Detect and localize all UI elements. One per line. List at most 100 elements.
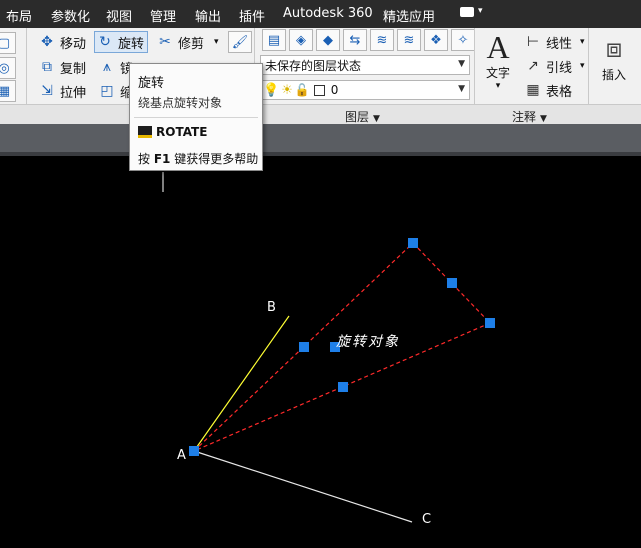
mirror-icon: ⩚ xyxy=(103,59,111,75)
scale-button[interactable]: ◰ 缩 xyxy=(98,80,133,102)
chevron-down-icon: ▼ xyxy=(458,59,465,69)
rotate-label: 旋转 xyxy=(118,36,145,52)
menu-bar: 布局 参数化 视图 管理 输出 插件 Autodesk 360 精选应用 ▾ xyxy=(0,0,641,28)
linear-label: 线性 xyxy=(546,36,573,52)
grip-top[interactable] xyxy=(408,238,418,248)
layer-name: 0 xyxy=(330,83,339,97)
ribbon-display-toggle[interactable]: ▾ xyxy=(458,6,486,20)
leader-icon: ↗ xyxy=(527,58,539,74)
ribbon-panel-titles: 图层 ▼ 注释 ▼ xyxy=(0,104,641,124)
label-c: C xyxy=(422,512,431,527)
chevron-down-icon: ▾ xyxy=(495,81,501,91)
divider xyxy=(26,28,27,116)
move-icon: ✥ xyxy=(41,34,53,50)
command-line-icon xyxy=(138,126,152,138)
linear-dimension-icon: ⊢ xyxy=(526,34,540,50)
tooltip-divider xyxy=(134,117,258,118)
menu-manage[interactable]: 管理 xyxy=(150,6,176,25)
label-b: B xyxy=(267,300,276,315)
chevron-down-icon: ▾ xyxy=(478,6,483,16)
lightbulb-icon: 💡 xyxy=(263,82,280,98)
tooltip-description: 绕基点旋转对象 xyxy=(138,96,223,110)
draw-tool-partial-3[interactable]: ▦ xyxy=(0,80,16,102)
draw-tool-partial-1[interactable]: ▢ xyxy=(0,32,16,54)
trim-label: 修剪 xyxy=(178,36,205,52)
layer-properties-button[interactable]: ▤ xyxy=(262,29,286,51)
divider xyxy=(588,28,589,116)
copy-button[interactable]: ⧉ 复制 xyxy=(38,56,86,78)
linear-dimension-button[interactable]: ⊢ 线性 ▾ xyxy=(524,31,585,53)
rotate-tooltip: 旋转 绕基点旋转对象 ROTATE 按 F1 键获得更多帮助 xyxy=(129,63,263,171)
tooltip-help: 按 F1 键获得更多帮助 xyxy=(138,152,259,166)
leader-label: 引线 xyxy=(546,60,573,76)
viewport-strip xyxy=(0,152,641,156)
text-label: 文字 xyxy=(485,66,510,80)
chevron-down-icon: ▾ xyxy=(580,37,585,47)
chevron-down-icon: ▼ xyxy=(540,114,547,124)
table-button[interactable]: ▦ 表格 xyxy=(524,79,572,101)
layer-color-swatch xyxy=(313,84,325,96)
layer-state-value: 未保存的图层状态 xyxy=(265,58,362,73)
menu-plugins[interactable]: 插件 xyxy=(239,6,265,25)
stretch-icon: ⇲ xyxy=(41,83,53,99)
layer-tool-2-button[interactable]: ◈ xyxy=(289,29,313,51)
tooltip-title: 旋转 xyxy=(138,76,165,91)
layer-tool-6-button[interactable]: ≋ xyxy=(397,29,421,51)
stretch-label: 拉伸 xyxy=(60,85,87,101)
chevron-down-icon: ▾ xyxy=(214,37,219,47)
leader-button[interactable]: ↗ 引线 ▾ xyxy=(524,55,585,77)
insert-block-icon: ⧈ xyxy=(605,34,623,64)
layer-tool-5-button[interactable]: ≋ xyxy=(370,29,394,51)
ribbon-toggle-icon xyxy=(460,7,474,17)
copy-icon: ⧉ xyxy=(42,59,52,75)
label-a: A xyxy=(177,448,186,463)
layers-panel-title[interactable]: 图层 ▼ xyxy=(345,108,380,125)
unlock-icon: 🔓 xyxy=(294,83,310,97)
move-label: 移动 xyxy=(60,36,87,52)
sun-icon: ☀ xyxy=(281,82,293,98)
match-properties-button[interactable]: 🖌 xyxy=(228,31,252,53)
grip-bottom-mid[interactable] xyxy=(338,382,348,392)
table-icon: ▦ xyxy=(526,82,540,98)
layer-tool-7-button[interactable]: ❖ xyxy=(424,29,448,51)
line-ac[interactable] xyxy=(193,450,413,523)
rotate-button[interactable]: ↻ 旋转 xyxy=(94,31,149,53)
tooltip-command: ROTATE xyxy=(138,125,207,139)
rotate-icon: ↻ xyxy=(99,34,111,50)
insert-button[interactable]: ⧈ 插入 xyxy=(594,32,634,83)
grip-right-mid[interactable] xyxy=(447,278,457,288)
menu-layout[interactable]: 布局 xyxy=(6,6,32,25)
mirror-button[interactable]: ⩚ 镜 xyxy=(98,56,133,78)
annotation-text: 旋转对象 xyxy=(336,334,400,350)
layer-tool-8-button[interactable]: ✧ xyxy=(451,29,475,51)
scale-icon: ◰ xyxy=(100,83,114,99)
layer-tool-3-button[interactable]: ◆ xyxy=(316,29,340,51)
table-label: 表格 xyxy=(546,84,573,100)
menu-featured-apps[interactable]: 精选应用 xyxy=(383,6,435,25)
chevron-down-icon: ▾ xyxy=(580,61,585,71)
menu-view[interactable]: 视图 xyxy=(106,6,132,25)
menu-output[interactable]: 输出 xyxy=(195,6,221,25)
grip-right[interactable] xyxy=(485,318,495,328)
tooltip-command-name: ROTATE xyxy=(156,125,208,139)
grip-a[interactable] xyxy=(189,446,199,456)
draw-tool-partial-2[interactable]: ◎ xyxy=(0,57,16,79)
menu-parametric[interactable]: 参数化 xyxy=(51,6,90,25)
trim-button[interactable]: ✂ 修剪 ▾ xyxy=(156,31,219,53)
stretch-button[interactable]: ⇲ 拉伸 xyxy=(38,80,86,102)
move-button[interactable]: ✥ 移动 xyxy=(38,31,86,53)
layer-tool-4-button[interactable]: ⇆ xyxy=(343,29,367,51)
annotation-panel-title[interactable]: 注释 ▼ xyxy=(512,108,547,125)
layer-state-dropdown[interactable]: 未保存的图层状态 ▼ xyxy=(260,55,470,75)
divider xyxy=(474,28,475,116)
text-icon: A xyxy=(486,29,510,65)
insert-label: 插入 xyxy=(601,68,626,82)
layer-dropdown[interactable]: 💡 ☀ 🔓 0 ▼ xyxy=(260,80,470,100)
text-button[interactable]: A 文字 ▾ xyxy=(480,30,516,91)
line-ab[interactable] xyxy=(193,315,290,452)
chevron-down-icon: ▼ xyxy=(458,84,465,94)
grip-left-mid[interactable] xyxy=(299,342,309,352)
menu-autodesk-360[interactable]: Autodesk 360 xyxy=(283,6,373,21)
copy-label: 复制 xyxy=(60,61,87,77)
help-key: F1 xyxy=(153,152,171,166)
